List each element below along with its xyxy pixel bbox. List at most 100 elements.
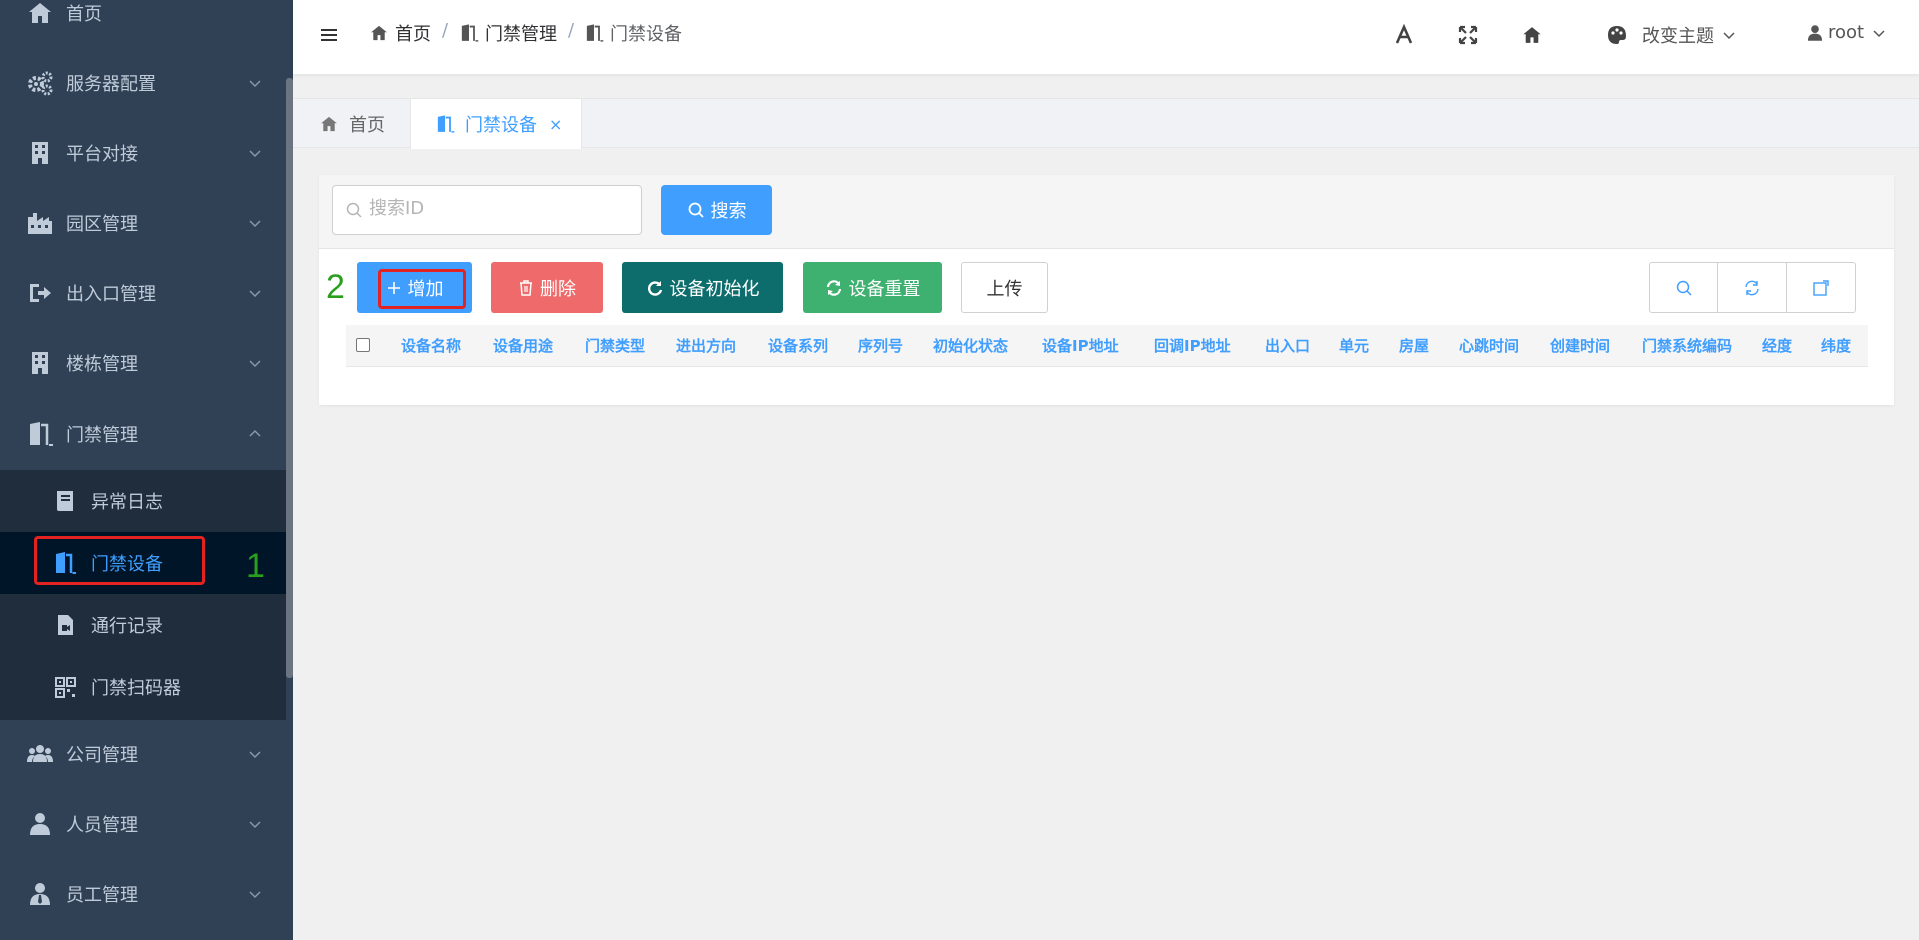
table-search-toggle[interactable] <box>1650 263 1719 312</box>
sidebar-subitem-qr-scanner[interactable]: 门禁扫码器 <box>0 656 286 718</box>
breadcrumb-item-home[interactable]: 首页 <box>369 20 431 46</box>
sidebar-subitem-pass-record[interactable]: 通行记录 <box>0 594 286 656</box>
user-menu[interactable]: root <box>1806 22 1886 43</box>
table-column-header[interactable]: 经度 <box>1762 325 1792 367</box>
annotation-number: 2 <box>326 268 345 306</box>
door-icon <box>586 24 604 42</box>
breadcrumb-separator: / <box>568 20 575 41</box>
chevron-down-icon <box>249 360 261 368</box>
sidebar-item-label: 首页 <box>66 4 102 25</box>
sidebar-item-label: 园区管理 <box>66 214 138 235</box>
user-icon <box>1807 24 1823 41</box>
table-refresh-button[interactable] <box>1718 263 1787 312</box>
home-icon <box>371 25 387 41</box>
table-column-header[interactable]: 出入口 <box>1265 325 1310 367</box>
chevron-down-icon <box>249 150 261 158</box>
upload-button[interactable]: 上传 <box>961 262 1048 313</box>
search-button[interactable]: 搜索 <box>661 185 772 235</box>
close-icon[interactable]: × <box>549 115 562 134</box>
book-icon <box>57 491 73 511</box>
table-columns-button[interactable] <box>1787 263 1855 312</box>
sidebar-item-access-control[interactable]: 门禁管理 <box>0 399 286 469</box>
industry-icon <box>28 213 52 234</box>
columns-icon <box>1813 279 1829 296</box>
search-field <box>332 185 642 235</box>
search-icon <box>1676 280 1692 296</box>
table-column-header[interactable]: 单元 <box>1339 325 1369 367</box>
hamburger-icon[interactable] <box>319 26 339 44</box>
sidebar-item-company[interactable]: 公司管理 <box>0 719 286 789</box>
annotation-highlight-box <box>34 536 205 585</box>
select-all-checkbox[interactable] <box>356 338 370 352</box>
table-column-header[interactable]: 设备名称 <box>401 325 461 367</box>
breadcrumb-separator: / <box>442 20 449 41</box>
sidebar-item-label: 公司管理 <box>66 745 138 766</box>
sidebar-item-personnel[interactable]: 人员管理 <box>0 789 286 859</box>
search-input[interactable] <box>369 198 629 219</box>
table-column-header[interactable]: 门禁类型 <box>585 325 645 367</box>
table-column-header[interactable]: 初始化状态 <box>933 325 1008 367</box>
table-column-header[interactable]: 心跳时间 <box>1459 325 1519 367</box>
access-control-submenu: 异常日志 门禁设备 通行记录 门禁扫码器 <box>0 470 286 720</box>
breadcrumb-item-access-device: 门禁设备 <box>584 20 682 46</box>
sidebar-item-label: 出入口管理 <box>66 284 156 305</box>
delete-button[interactable]: 删除 <box>491 262 603 313</box>
sidebar-item-label: 平台对接 <box>66 144 138 165</box>
table-tools <box>1649 262 1856 313</box>
sidebar-item-employee[interactable]: 员工管理 <box>0 859 286 929</box>
table-column-header[interactable]: 进出方向 <box>676 325 736 367</box>
chevron-down-icon <box>249 290 261 298</box>
theme-switcher[interactable]: 改变主题 <box>1606 22 1736 48</box>
sidebar-item-entrance[interactable]: 出入口管理 <box>0 258 286 328</box>
home-icon <box>29 3 51 23</box>
tag-access-device[interactable]: 门禁设备 × <box>410 99 582 149</box>
table-column-header[interactable]: 序列号 <box>858 325 903 367</box>
sidebar-item-platform[interactable]: 平台对接 <box>0 118 286 188</box>
navbar: 首页 / 门禁管理 / 门禁设备 改变主题 root <box>293 0 1919 74</box>
breadcrumb-label: 门禁管理 <box>485 24 557 45</box>
sidebar-item-label: 人员管理 <box>66 815 138 836</box>
device-init-button-label: 设备初始化 <box>669 278 760 300</box>
table-column-header[interactable]: 房屋 <box>1399 325 1429 367</box>
users-icon <box>27 745 53 762</box>
refresh-icon <box>1745 280 1759 295</box>
sidebar-item-label: 楼栋管理 <box>66 354 138 375</box>
upload-button-label: 上传 <box>986 278 1023 300</box>
sidebar-item-server-config[interactable]: 服务器配置 <box>0 48 286 118</box>
sidebar-subitem-error-log[interactable]: 异常日志 <box>0 470 286 532</box>
search-button-label: 搜索 <box>710 201 747 222</box>
table-column-header[interactable]: 设备IP地址 <box>1042 325 1119 367</box>
annotation-number: 1 <box>246 547 265 585</box>
sidebar-scrollbar[interactable] <box>286 78 293 678</box>
fullscreen-icon[interactable] <box>1457 24 1479 46</box>
table-column-header[interactable]: 设备系列 <box>768 325 828 367</box>
breadcrumb-label: 首页 <box>395 24 431 45</box>
device-reset-button[interactable]: 设备重置 <box>803 262 942 313</box>
sidebar-item-building[interactable]: 楼栋管理 <box>0 328 286 398</box>
sidebar-item-home[interactable]: 首页 <box>0 0 286 48</box>
door-icon <box>437 115 455 133</box>
tags-view: 首页 门禁设备 × <box>293 98 1919 149</box>
chevron-down-icon <box>249 821 261 829</box>
username: root <box>1828 22 1865 43</box>
sidebar-subitem-label: 异常日志 <box>91 492 163 513</box>
search-icon <box>688 202 704 218</box>
sign-out-icon <box>30 284 51 302</box>
table-column-header[interactable]: 门禁系统编码 <box>1642 325 1732 367</box>
chevron-down-icon <box>1723 32 1735 40</box>
tag-label: 首页 <box>349 115 385 136</box>
gears-icon <box>28 71 53 96</box>
tag-home[interactable]: 首页 <box>319 99 385 149</box>
table-column-header[interactable]: 创建时间 <box>1550 325 1610 367</box>
table-column-header[interactable]: 设备用途 <box>493 325 553 367</box>
annotation-highlight-box <box>378 269 466 309</box>
table-column-header[interactable]: 纬度 <box>1821 325 1851 367</box>
sidebar-item-label: 服务器配置 <box>66 74 156 95</box>
breadcrumb-item-access-control[interactable]: 门禁管理 <box>459 20 557 46</box>
sidebar-item-park[interactable]: 园区管理 <box>0 188 286 258</box>
chevron-down-icon <box>1873 29 1885 37</box>
font-size-icon[interactable] <box>1393 24 1415 46</box>
home-icon[interactable] <box>1521 24 1543 46</box>
device-init-button[interactable]: 设备初始化 <box>622 262 783 313</box>
table-column-header[interactable]: 回调IP地址 <box>1154 325 1231 367</box>
